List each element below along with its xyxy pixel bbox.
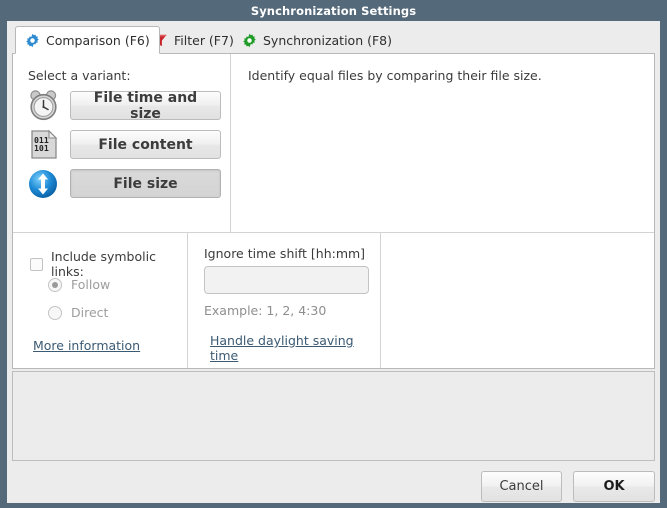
- ignore-time-shift-label: Ignore time shift [hh:mm]: [204, 246, 366, 261]
- tab-filter-label: Filter (F7): [174, 32, 234, 48]
- title-bar: Synchronization Settings: [0, 0, 667, 21]
- symbolic-links-column: Include symbolic links: Follow Direct Mo…: [13, 233, 188, 368]
- description-column: Identify equal files by comparing their …: [232, 54, 654, 232]
- radio-direct-label: Direct: [71, 305, 109, 320]
- blue-updown-arrow-icon: [27, 167, 61, 200]
- variant-row-file-time-and-size: File time and size: [27, 89, 221, 122]
- options-row: Include symbolic links: Follow Direct Mo…: [13, 233, 654, 368]
- window-frame-right: [660, 21, 667, 508]
- empty-options-column: [382, 233, 654, 368]
- dialog-footer: Cancel OK: [7, 471, 660, 503]
- lower-empty-panel: [12, 371, 655, 461]
- comparison-tab-page: Select a variant: File time and size 011…: [12, 53, 655, 369]
- window-frame-left: [0, 21, 7, 508]
- dialog-client-area: Comparison (F6) Filter (F7) Synchronizat…: [7, 21, 660, 503]
- variant-row-file-content: 011 101 File content: [27, 128, 221, 161]
- variant-and-description-row: Select a variant: File time and size 011…: [13, 54, 654, 232]
- blue-gear-icon: [25, 33, 40, 48]
- tab-comparison[interactable]: Comparison (F6): [15, 26, 160, 54]
- radio-direct[interactable]: [48, 305, 62, 320]
- window-title: Synchronization Settings: [250, 3, 417, 18]
- cancel-button[interactable]: Cancel: [481, 471, 562, 502]
- include-symbolic-links-checkbox[interactable]: [30, 257, 43, 271]
- ignore-time-shift-input[interactable]: [204, 266, 369, 294]
- time-shift-column: Ignore time shift [hh:mm] Example: 1, 2,…: [189, 233, 381, 368]
- variant-row-file-size: File size: [27, 167, 221, 200]
- alarm-clock-icon: [27, 89, 61, 122]
- variant-button-file-time-and-size[interactable]: File time and size: [70, 90, 221, 122]
- synchronization-settings-dialog: Synchronization Settings Comparison (F6): [0, 0, 667, 508]
- svg-text:101: 101: [34, 143, 49, 153]
- tab-synchronization-label: Synchronization (F8): [263, 32, 392, 48]
- ok-button[interactable]: OK: [573, 471, 655, 502]
- handle-daylight-saving-time-link[interactable]: Handle daylight saving time: [210, 333, 380, 363]
- select-variant-label: Select a variant:: [28, 68, 131, 83]
- green-gear-icon: [242, 33, 257, 48]
- binary-document-icon: 011 101: [27, 128, 61, 161]
- tab-strip: Comparison (F6) Filter (F7) Synchronizat…: [7, 21, 660, 54]
- tab-synchronization[interactable]: Synchronization (F8): [232, 26, 402, 54]
- time-shift-example-text: Example: 1, 2, 4:30: [204, 303, 327, 318]
- variant-button-file-size[interactable]: File size: [70, 169, 221, 198]
- variant-column: Select a variant: File time and size 011…: [13, 54, 231, 232]
- window-frame-bottom: [0, 503, 667, 508]
- include-symbolic-links-label: Include symbolic links:: [51, 249, 156, 279]
- include-symbolic-links-checkbox-row[interactable]: Include symbolic links:: [30, 249, 187, 279]
- radio-follow-label: Follow: [71, 277, 111, 292]
- radio-follow[interactable]: [48, 277, 62, 292]
- more-information-link[interactable]: More information: [33, 338, 140, 353]
- symlink-option-follow[interactable]: Follow: [48, 277, 110, 292]
- tab-comparison-label: Comparison (F6): [46, 32, 150, 48]
- symlink-option-direct[interactable]: Direct: [48, 305, 108, 320]
- variant-description-text: Identify equal files by comparing their …: [248, 68, 542, 83]
- variant-button-file-content[interactable]: File content: [70, 130, 221, 159]
